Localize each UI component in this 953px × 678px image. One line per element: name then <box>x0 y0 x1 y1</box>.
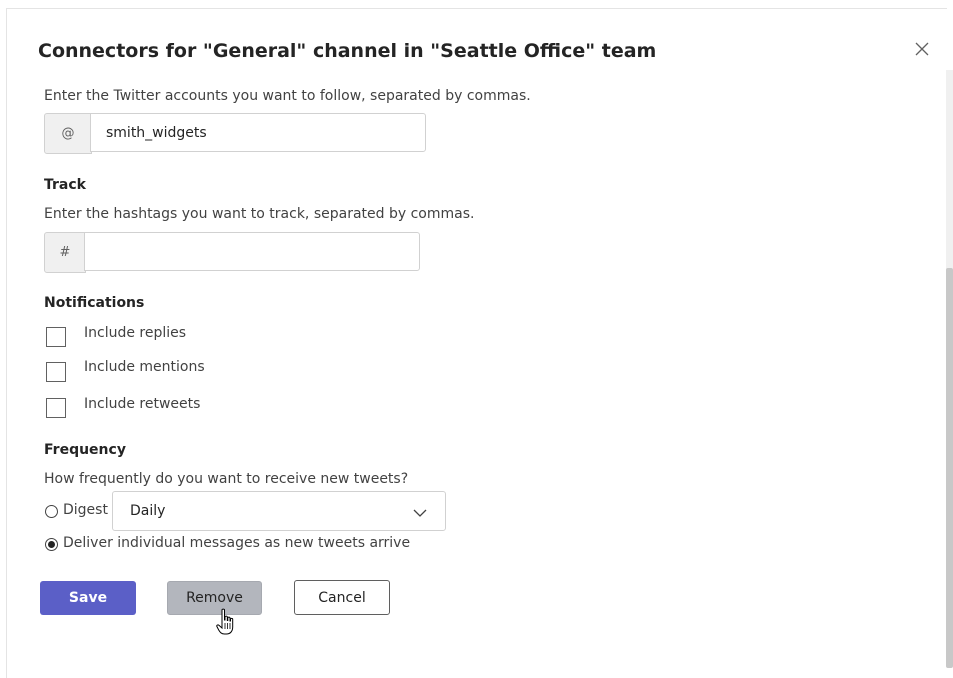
dialog-title: Connectors for "General" channel in "Sea… <box>38 40 657 62</box>
frequency-heading: Frequency <box>44 442 126 458</box>
individual-messages-radio[interactable] <box>45 538 58 551</box>
notifications-heading: Notifications <box>44 295 145 311</box>
at-prefix: @ <box>44 113 92 154</box>
include-replies-checkbox[interactable] <box>46 327 66 347</box>
digest-radio[interactable] <box>45 505 58 518</box>
track-heading: Track <box>44 177 86 193</box>
connector-dialog <box>6 8 947 678</box>
track-instructions: Enter the hashtags you want to track, se… <box>44 206 475 222</box>
include-retweets-checkbox[interactable] <box>46 398 66 418</box>
individual-messages-label[interactable]: Deliver individual messages as new tweet… <box>63 535 410 551</box>
chevron-down-icon <box>413 506 427 522</box>
include-mentions-label[interactable]: Include mentions <box>84 359 205 375</box>
hand-pointer-icon <box>216 608 238 640</box>
cancel-button[interactable]: Cancel <box>294 580 390 615</box>
frequency-question: How frequently do you want to receive ne… <box>44 471 409 487</box>
digest-frequency-value: Daily <box>130 503 166 519</box>
include-retweets-label[interactable]: Include retweets <box>84 396 200 412</box>
follow-instructions: Enter the Twitter accounts you want to f… <box>44 88 531 104</box>
scrollbar-upper-area[interactable] <box>946 70 953 270</box>
include-mentions-checkbox[interactable] <box>46 362 66 382</box>
hash-prefix: # <box>44 232 86 273</box>
scrollbar-thumb[interactable] <box>946 268 953 668</box>
digest-label[interactable]: Digest <box>63 502 108 518</box>
hashtags-input[interactable] <box>84 232 420 271</box>
close-icon[interactable] <box>913 40 931 58</box>
include-replies-label[interactable]: Include replies <box>84 325 186 341</box>
save-button[interactable]: Save <box>40 581 136 615</box>
remove-button[interactable]: Remove <box>167 581 262 615</box>
follow-accounts-input[interactable]: smith_widgets <box>90 113 426 152</box>
digest-frequency-select[interactable]: Daily <box>112 491 446 531</box>
